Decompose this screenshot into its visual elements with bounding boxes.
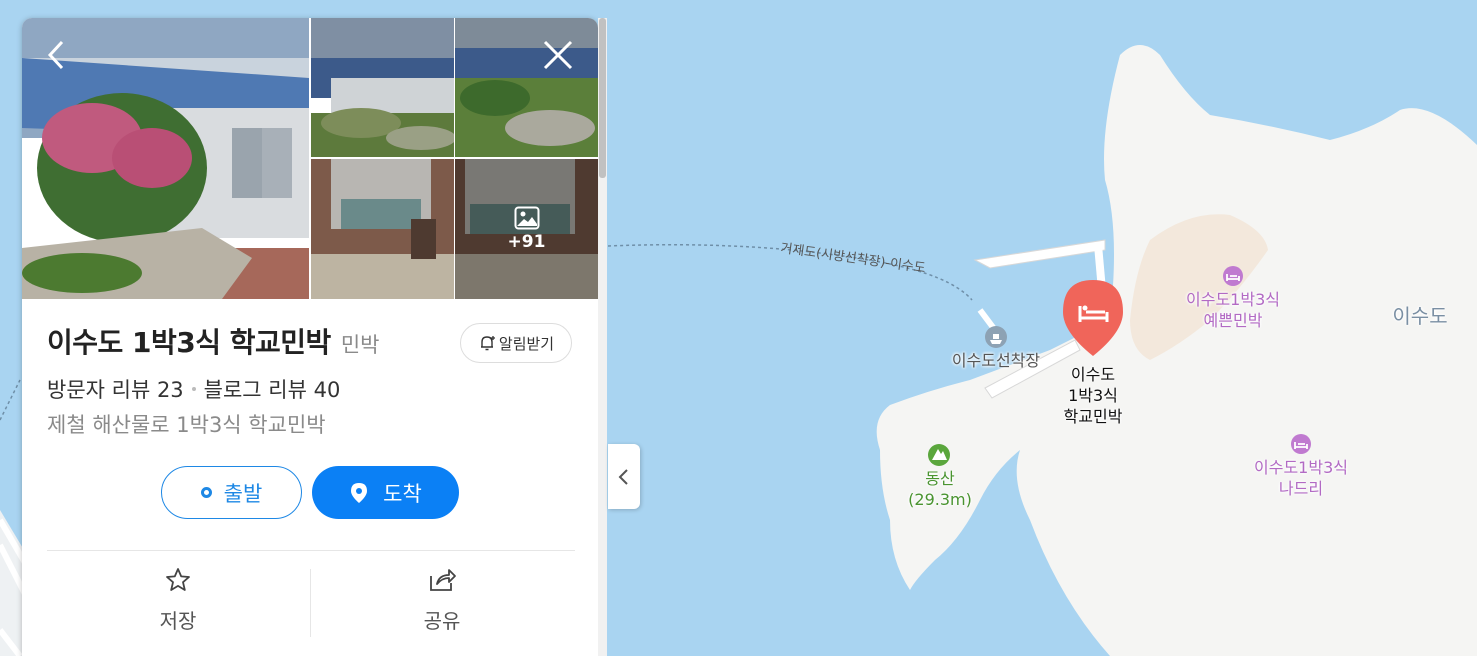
- chevron-left-icon: [47, 40, 64, 70]
- poi-label[interactable]: 이수도1박3식 나드리: [1246, 457, 1356, 499]
- place-subtitle: 제철 해산물로 1박3식 학교민박: [47, 413, 326, 437]
- back-button[interactable]: [40, 38, 74, 72]
- selected-place-label[interactable]: 이수도 1박3식 학교민박: [1052, 364, 1134, 427]
- alarm-label: 알림받기: [498, 334, 555, 353]
- visitor-reviews-link[interactable]: 방문자 리뷰 23: [47, 374, 184, 404]
- selected-place-label-line: 학교민박: [1063, 407, 1123, 426]
- save-button[interactable]: 저장: [118, 566, 238, 634]
- selected-place-label-line: 1박3식: [1068, 386, 1118, 405]
- star-icon: [166, 568, 190, 591]
- photo-thumbnail[interactable]: [311, 18, 454, 157]
- image-icon: [514, 206, 539, 230]
- save-label: 저장: [159, 609, 197, 633]
- alarm-button[interactable]: 알림받기: [460, 323, 572, 363]
- mountain-icon[interactable]: [928, 444, 950, 466]
- bed-icon[interactable]: [1223, 266, 1243, 286]
- divider: [47, 550, 575, 551]
- share-button[interactable]: 공유: [382, 566, 502, 634]
- poi-label-line: 나드리: [1278, 479, 1324, 498]
- more-photos-count: +91: [507, 232, 546, 252]
- panel-scrollbar[interactable]: [598, 18, 607, 656]
- pier-label[interactable]: 이수도선착장: [948, 350, 1044, 371]
- bell-plus-icon: [480, 336, 495, 351]
- place-detail-panel: +91 이수도 1박3식 학교민박 민박 알림받기 방문자 리뷰 23 블로그 …: [22, 18, 598, 656]
- scrollbar-thumb[interactable]: [599, 18, 606, 178]
- place-title: 이수도 1박3식 학교민박: [47, 326, 331, 359]
- selected-place-label-line: 이수도: [1070, 365, 1116, 384]
- share-label: 공유: [423, 609, 461, 633]
- location-pin-icon: [351, 482, 368, 503]
- poi-label[interactable]: 이수도1박3식 예쁜민박: [1178, 289, 1288, 331]
- poi-label-line: 이수도1박3식: [1186, 290, 1280, 309]
- chevron-left-icon: [618, 468, 628, 485]
- mountain-name: 동산: [925, 469, 955, 488]
- more-photos-overlay[interactable]: +91: [455, 159, 598, 299]
- place-category: 민박: [340, 333, 380, 357]
- bed-icon[interactable]: [1291, 434, 1311, 454]
- arrive-button[interactable]: 도착: [312, 466, 459, 519]
- start-button[interactable]: 출발: [161, 466, 302, 519]
- close-button[interactable]: [541, 38, 575, 72]
- poi-label-line: 이수도1박3식: [1254, 458, 1348, 477]
- mountain-label[interactable]: 동산 (29.3m): [900, 468, 980, 510]
- start-label: 출발: [223, 481, 263, 506]
- ring-icon: [200, 487, 212, 498]
- poi-label-line: 예쁜민박: [1203, 311, 1263, 330]
- title-row: 이수도 1박3식 학교민박 민박: [47, 321, 379, 361]
- arrive-label: 도착: [383, 481, 422, 506]
- blog-reviews-link[interactable]: 블로그 리뷰 40: [204, 374, 341, 404]
- close-icon: [543, 40, 573, 70]
- collapse-panel-button[interactable]: [608, 444, 640, 509]
- ferry-icon[interactable]: [985, 326, 1007, 348]
- photo-gallery[interactable]: +91: [22, 18, 598, 299]
- island-label: 이수도: [1392, 304, 1448, 328]
- review-summary: 방문자 리뷰 23 블로그 리뷰 40: [47, 374, 340, 404]
- share-icon: [430, 569, 456, 591]
- divider: [310, 569, 311, 637]
- photo-thumbnail[interactable]: [455, 18, 598, 157]
- separator-dot: [191, 387, 196, 391]
- photo-thumbnail[interactable]: [311, 159, 454, 299]
- mountain-height: (29.3m): [908, 490, 972, 509]
